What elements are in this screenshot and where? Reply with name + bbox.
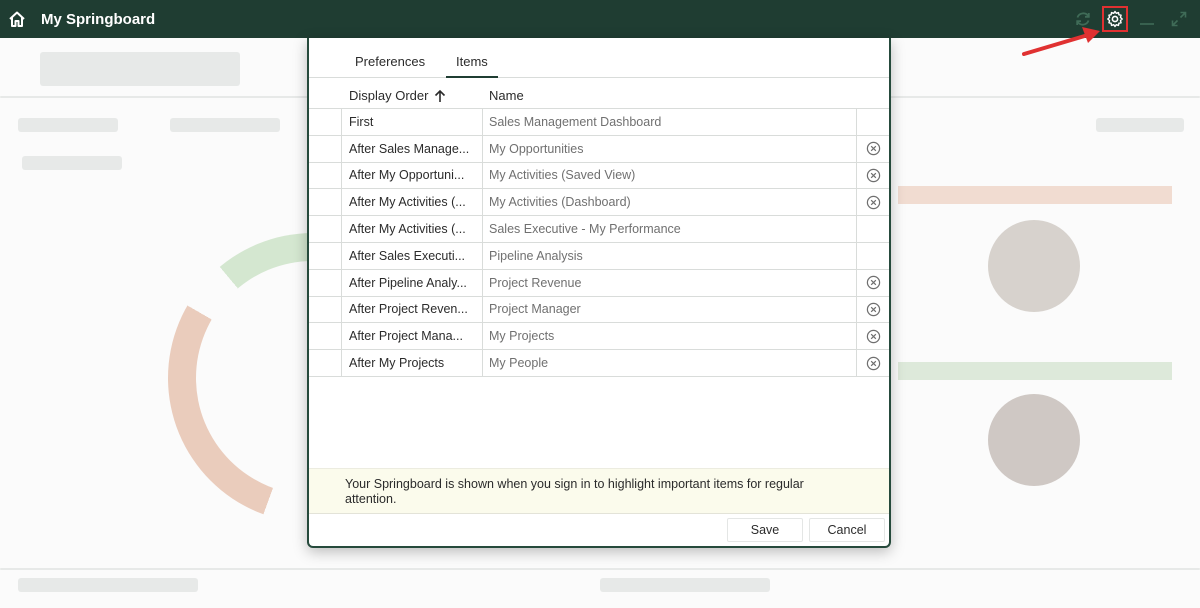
home-icon[interactable] <box>8 10 26 28</box>
name-cell: My Projects <box>483 323 857 350</box>
column-header-name[interactable]: Name <box>489 88 524 103</box>
name-cell: Project Revenue <box>483 269 857 296</box>
avatar <box>988 220 1080 312</box>
tab-bar: Preferences Items <box>309 38 889 78</box>
tab-preferences[interactable]: Preferences <box>355 54 425 78</box>
table-row[interactable]: After Project Reven... Project Manager <box>309 296 889 324</box>
remove-cell <box>857 270 889 296</box>
display-order-value: After Sales Executi... <box>349 248 466 263</box>
bg-band <box>898 186 1172 204</box>
remove-circle-icon[interactable] <box>866 329 881 344</box>
display-order-value: After My Opportuni... <box>349 168 465 183</box>
bg-section <box>600 578 770 592</box>
display-order-cell[interactable]: After My Activities (... <box>342 189 483 216</box>
remove-circle-icon[interactable] <box>866 275 881 290</box>
display-order-value: After Project Mana... <box>349 329 463 344</box>
save-button[interactable]: Save <box>727 518 803 542</box>
table-row[interactable]: After Sales Manage... My Opportunities <box>309 135 889 163</box>
row-selector[interactable] <box>309 242 342 269</box>
row-selector[interactable] <box>309 109 342 135</box>
name-cell: Project Manager <box>483 296 857 323</box>
bg-section <box>18 578 198 592</box>
display-order-cell[interactable]: First <box>342 109 483 135</box>
info-message: Your Springboard is shown when you sign … <box>309 468 889 514</box>
bg-divider <box>0 568 1200 570</box>
display-order-value: After My Projects <box>349 356 445 371</box>
display-order-value: After My Activities (... <box>349 222 466 237</box>
table-row[interactable]: After Pipeline Analy... Project Revenue <box>309 269 889 297</box>
name-cell: Sales Executive - My Performance <box>483 216 857 242</box>
name-cell: Pipeline Analysis <box>483 242 857 269</box>
name-cell: My Opportunities <box>483 135 857 162</box>
table-row[interactable]: After My Opportuni... My Activities (Save… <box>309 162 889 190</box>
remove-cell <box>857 350 889 376</box>
row-selector[interactable] <box>309 269 342 296</box>
display-order-cell[interactable]: After My Activities (... <box>342 216 483 242</box>
bg-action <box>1096 118 1184 132</box>
row-selector[interactable] <box>309 323 342 350</box>
table-row[interactable]: After My Activities (... My Activities (D… <box>309 189 889 217</box>
app-title: My Springboard <box>41 11 156 28</box>
table-row[interactable]: After My Activities (... Sales Executive … <box>309 216 889 243</box>
remove-circle-icon[interactable] <box>866 302 881 317</box>
annotation-arrow-icon <box>1022 27 1100 56</box>
display-order-cell[interactable]: After Sales Manage... <box>342 135 483 162</box>
tab-items[interactable]: Items <box>446 54 498 78</box>
row-selector[interactable] <box>309 162 342 189</box>
name-cell: Sales Management Dashboard <box>483 109 857 135</box>
table-header: Display Order Name <box>309 79 889 109</box>
remove-cell <box>857 189 889 215</box>
display-order-value: After Project Reven... <box>349 302 468 317</box>
display-order-cell[interactable]: After My Projects <box>342 350 483 376</box>
remove-cell <box>857 136 889 162</box>
row-selector[interactable] <box>309 216 342 242</box>
row-selector[interactable] <box>309 189 342 216</box>
table-row[interactable]: After Sales Executi... Pipeline Analysis <box>309 242 889 270</box>
row-selector[interactable] <box>309 350 342 376</box>
table-row[interactable]: First Sales Management Dashboard <box>309 109 889 136</box>
bg-filter <box>18 118 118 132</box>
bg-label <box>22 156 122 170</box>
column-header-label: Display Order <box>349 88 429 103</box>
name-cell: My Activities (Dashboard) <box>483 189 857 216</box>
remove-cell <box>857 243 889 269</box>
remove-cell <box>857 323 889 349</box>
display-order-cell[interactable]: After Sales Executi... <box>342 242 483 269</box>
remove-cell <box>857 109 889 135</box>
display-order-cell[interactable]: After Pipeline Analy... <box>342 269 483 296</box>
display-order-value: First <box>349 114 374 129</box>
display-order-value: After Pipeline Analy... <box>349 275 467 290</box>
springboard-settings-dialog: Preferences Items Display Order Name Fir… <box>307 38 891 548</box>
remove-circle-icon[interactable] <box>866 195 881 210</box>
remove-circle-icon[interactable] <box>866 168 881 183</box>
minimize-icon[interactable] <box>1136 8 1158 30</box>
display-order-value: After Sales Manage... <box>349 141 470 156</box>
table-row[interactable]: After My Projects My People <box>309 350 889 377</box>
remove-circle-icon[interactable] <box>866 356 881 371</box>
arrow-up-icon <box>435 89 446 102</box>
avatar <box>988 394 1080 486</box>
display-order-cell[interactable]: After Project Reven... <box>342 296 483 323</box>
name-cell: My People <box>483 350 857 376</box>
display-order-cell[interactable]: After My Opportuni... <box>342 162 483 189</box>
bg-filter <box>170 118 280 132</box>
remove-cell <box>857 297 889 323</box>
table-row[interactable]: After Project Mana... My Projects <box>309 323 889 351</box>
name-cell: My Activities (Saved View) <box>483 162 857 189</box>
row-selector[interactable] <box>309 296 342 323</box>
gear-icon[interactable] <box>1102 6 1128 32</box>
cancel-button[interactable]: Cancel <box>809 518 885 542</box>
column-header-display-order[interactable]: Display Order <box>349 88 446 103</box>
items-table: First Sales Management Dashboard After Sal… <box>309 109 889 377</box>
display-order-value: After My Activities (... <box>349 195 466 210</box>
maximize-icon[interactable] <box>1168 8 1190 30</box>
display-order-cell[interactable]: After Project Mana... <box>342 323 483 350</box>
remove-circle-icon[interactable] <box>866 141 881 156</box>
remove-cell <box>857 216 889 242</box>
row-selector[interactable] <box>309 135 342 162</box>
remove-cell <box>857 163 889 189</box>
bg-tab <box>40 52 240 86</box>
bg-band <box>898 362 1172 380</box>
